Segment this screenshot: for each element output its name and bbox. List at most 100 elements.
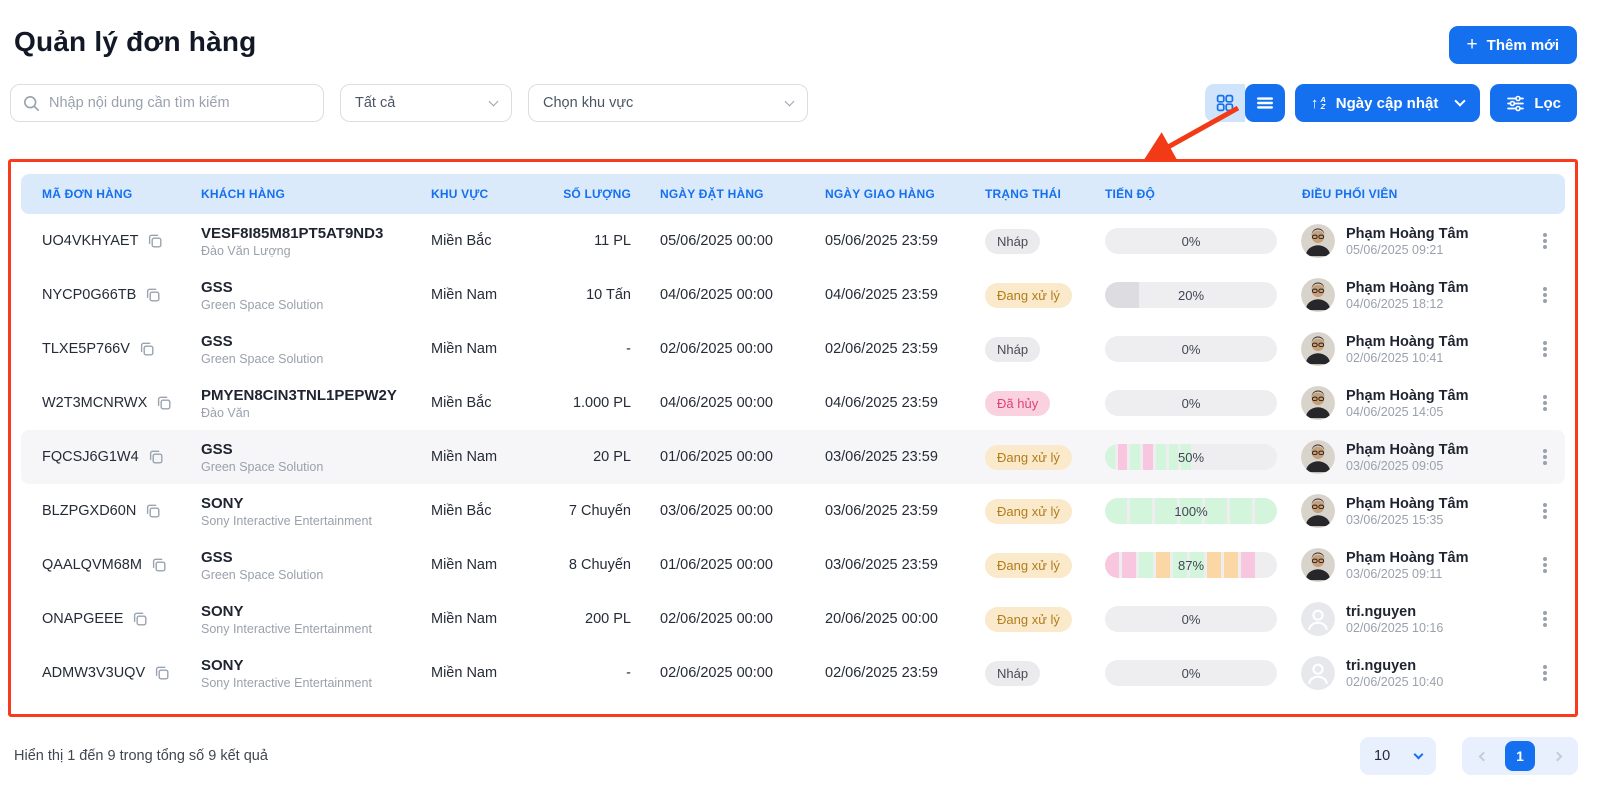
progress-bar: 0% bbox=[1105, 660, 1277, 686]
table-row[interactable]: BLZPGXD60NSONYSony Interactive Entertain… bbox=[21, 484, 1565, 538]
table-row[interactable]: ONAPGEEESONYSony Interactive Entertainme… bbox=[21, 592, 1565, 646]
progress-label: 100% bbox=[1105, 498, 1277, 524]
copy-icon[interactable] bbox=[147, 233, 163, 249]
orders-table: MÃ ĐƠN HÀNGKHÁCH HÀNGKHU VỰCSỐ LƯỢNGNGÀY… bbox=[8, 159, 1578, 717]
region-cell: Miền Bắc bbox=[431, 395, 551, 411]
list-view-button[interactable] bbox=[1245, 84, 1285, 122]
row-menu-button[interactable] bbox=[1525, 293, 1565, 297]
order-date-cell: 01/06/2025 00:00 bbox=[641, 557, 806, 573]
column-header: KHU VỰC bbox=[431, 187, 551, 201]
quantity-cell: 8 Chuyến bbox=[551, 557, 641, 573]
order-code-cell: TLXE5P766V bbox=[21, 341, 201, 357]
row-menu-button[interactable] bbox=[1525, 455, 1565, 459]
customer-subtitle: Green Space Solution bbox=[201, 460, 431, 474]
list-icon bbox=[1255, 93, 1275, 113]
customer-cell: SONYSony Interactive Entertainment bbox=[201, 603, 431, 636]
column-header: MÃ ĐƠN HÀNG bbox=[21, 187, 201, 201]
kebab-icon bbox=[1543, 347, 1547, 351]
customer-subtitle: Green Space Solution bbox=[201, 298, 431, 312]
coordinator-date: 03/06/2025 09:05 bbox=[1346, 459, 1468, 473]
customer-name: SONY bbox=[201, 657, 431, 674]
copy-icon[interactable] bbox=[154, 665, 170, 681]
copy-icon[interactable] bbox=[148, 449, 164, 465]
progress-bar: 0% bbox=[1105, 606, 1277, 632]
column-header: SỐ LƯỢNG bbox=[551, 187, 641, 201]
progress-bar: 0% bbox=[1105, 228, 1277, 254]
copy-icon[interactable] bbox=[145, 287, 161, 303]
coordinator-name: Phạm Hoàng Tâm bbox=[1346, 496, 1468, 512]
table-row[interactable]: W2T3MCNRWXPMYEN8CIN3TNL1PEPW2YĐào VănMiề… bbox=[21, 376, 1565, 430]
coordinator-name: tri.nguyen bbox=[1346, 604, 1443, 620]
coordinator-date: 03/06/2025 09:11 bbox=[1346, 567, 1468, 581]
row-menu-button[interactable] bbox=[1525, 617, 1565, 621]
table-row[interactable]: QAALQVM68MGSSGreen Space SolutionMiền Na… bbox=[21, 538, 1565, 592]
add-new-button[interactable]: + Thêm mới bbox=[1449, 26, 1577, 64]
order-code-cell: ADMW3V3UQV bbox=[21, 665, 201, 681]
coordinator-name: Phạm Hoàng Tâm bbox=[1346, 334, 1468, 350]
kebab-icon bbox=[1543, 617, 1547, 621]
sort-label: Ngày cập nhật bbox=[1336, 95, 1439, 112]
column-header: ĐIỀU PHỐI VIÊN bbox=[1284, 187, 1525, 201]
customer-subtitle: Sony Interactive Entertainment bbox=[201, 514, 431, 528]
table-row[interactable]: ADMW3V3UQVSONYSony Interactive Entertain… bbox=[21, 646, 1565, 700]
progress-label: 87% bbox=[1105, 552, 1277, 578]
sort-button[interactable]: ↑ AZ Ngày cập nhật bbox=[1295, 84, 1480, 122]
row-menu-button[interactable] bbox=[1525, 239, 1565, 243]
table-row[interactable]: FQCSJ6G1W4GSSGreen Space SolutionMiền Na… bbox=[21, 430, 1565, 484]
customer-name: PMYEN8CIN3TNL1PEPW2Y bbox=[201, 387, 431, 404]
row-menu-button[interactable] bbox=[1525, 347, 1565, 351]
sliders-icon bbox=[1506, 94, 1525, 113]
copy-icon[interactable] bbox=[156, 395, 172, 411]
table-row[interactable]: TLXE5P766VGSSGreen Space SolutionMiền Na… bbox=[21, 322, 1565, 376]
progress-bar: 0% bbox=[1105, 336, 1277, 362]
grid-icon bbox=[1215, 93, 1235, 113]
customer-cell: GSSGreen Space Solution bbox=[201, 549, 431, 582]
page-size-select[interactable]: 10 bbox=[1360, 737, 1436, 775]
progress-bar: 50% bbox=[1105, 444, 1277, 470]
row-menu-button[interactable] bbox=[1525, 401, 1565, 405]
progress-cell: 100% bbox=[1086, 498, 1284, 524]
region-cell: Miền Nam bbox=[431, 287, 551, 303]
copy-icon[interactable] bbox=[151, 557, 167, 573]
customer-name: GSS bbox=[201, 441, 431, 458]
row-menu-button[interactable] bbox=[1525, 563, 1565, 567]
table-footer: Hiển thị 1 đến 9 trong tổng số 9 kết quả… bbox=[14, 737, 1578, 775]
next-page-button[interactable] bbox=[1543, 742, 1571, 770]
region-filter-select[interactable]: Chọn khu vực bbox=[528, 84, 808, 122]
quantity-cell: 10 Tấn bbox=[551, 287, 641, 303]
status-filter-value: Tất cả bbox=[355, 95, 395, 111]
page-header: Quản lý đơn hàng + Thêm mới bbox=[14, 26, 1577, 64]
coordinator-name: Phạm Hoàng Tâm bbox=[1346, 550, 1468, 566]
quantity-cell: 1.000 PL bbox=[551, 395, 641, 411]
table-row[interactable]: UO4VKHYAETVESF8I85M81PT5AT9ND3Đào Văn Lư… bbox=[21, 214, 1565, 268]
quantity-cell: 7 Chuyến bbox=[551, 503, 641, 519]
coordinator-cell: Phạm Hoàng Tâm03/06/2025 09:11 bbox=[1284, 548, 1525, 582]
grid-view-button[interactable] bbox=[1205, 84, 1245, 122]
status-filter-select[interactable]: Tất cả bbox=[340, 84, 512, 122]
coordinator-cell: Phạm Hoàng Tâm05/06/2025 09:21 bbox=[1284, 224, 1525, 258]
progress-label: 0% bbox=[1105, 336, 1277, 362]
order-date-cell: 05/06/2025 00:00 bbox=[641, 233, 806, 249]
delivery-date-cell: 04/06/2025 23:59 bbox=[806, 395, 966, 411]
filter-button[interactable]: Lọc bbox=[1490, 84, 1577, 122]
copy-icon[interactable] bbox=[139, 341, 155, 357]
row-menu-button[interactable] bbox=[1525, 509, 1565, 513]
customer-cell: SONYSony Interactive Entertainment bbox=[201, 657, 431, 690]
customer-name: GSS bbox=[201, 549, 431, 566]
region-cell: Miền Nam bbox=[431, 341, 551, 357]
search-input[interactable] bbox=[49, 95, 311, 111]
prev-page-button[interactable] bbox=[1469, 742, 1497, 770]
row-menu-button[interactable] bbox=[1525, 671, 1565, 675]
progress-cell: 0% bbox=[1086, 660, 1284, 686]
status-badge: Đang xử lý bbox=[985, 607, 1072, 632]
table-row[interactable]: NYCP0G66TBGSSGreen Space SolutionMiền Na… bbox=[21, 268, 1565, 322]
copy-icon[interactable] bbox=[132, 611, 148, 627]
coordinator-date: 04/06/2025 18:12 bbox=[1346, 297, 1468, 311]
current-page-button[interactable]: 1 bbox=[1505, 741, 1535, 771]
coordinator-cell: Phạm Hoàng Tâm03/06/2025 09:05 bbox=[1284, 440, 1525, 474]
status-cell: Đang xử lý bbox=[966, 445, 1086, 470]
status-badge: Đang xử lý bbox=[985, 499, 1072, 524]
customer-name: GSS bbox=[201, 279, 431, 296]
coordinator-name: Phạm Hoàng Tâm bbox=[1346, 388, 1468, 404]
copy-icon[interactable] bbox=[145, 503, 161, 519]
